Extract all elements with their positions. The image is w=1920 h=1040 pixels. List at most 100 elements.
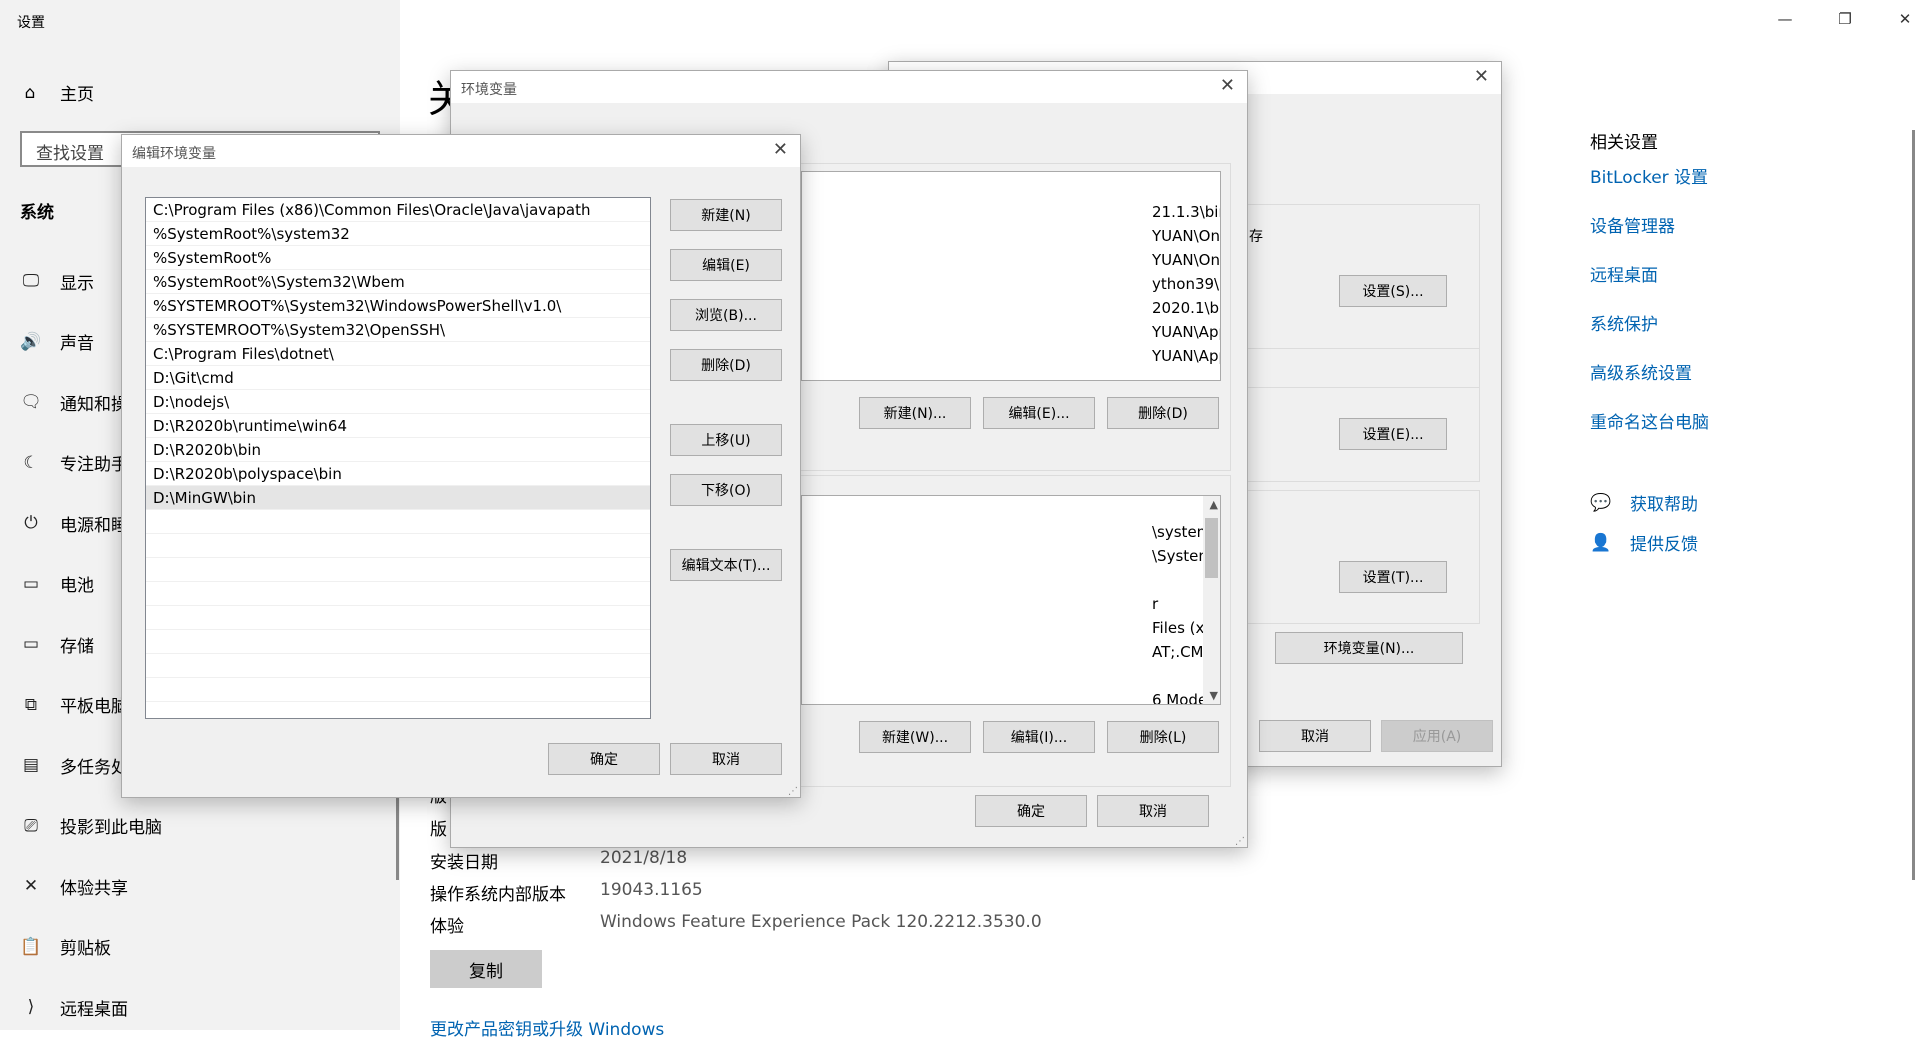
path-entry[interactable]: D:\nodejs\ — [146, 390, 650, 414]
path-entry[interactable]: C:\Program Files\dotnet\ — [146, 342, 650, 366]
user-variable-row[interactable]: YUAN\OneDrive — [802, 248, 1220, 272]
system-edit-button[interactable]: 编辑(I)... — [983, 721, 1095, 753]
scroll-up-icon[interactable]: ▲ — [1210, 498, 1218, 511]
empty-path-slot[interactable] — [146, 558, 650, 582]
page-scrollbar[interactable] — [1912, 130, 1915, 880]
sidebar-item-focus-assist[interactable]: ☾ 专注助手 — [20, 448, 128, 478]
system-variable-row[interactable]: Files (x86)\Common Files\Oracle\Java\jav… — [802, 616, 1220, 640]
user-variable-row[interactable]: ython39\Scripts\;D:\Python\Python39\;C:\… — [802, 272, 1220, 296]
move-down-button[interactable]: 下移(O) — [670, 474, 782, 506]
user-variable-row[interactable]: YUAN\AppData\Local\Temp — [802, 344, 1220, 368]
advanced-system-settings-link[interactable]: 高级系统设置 — [1590, 359, 1692, 384]
user-variable-row[interactable]: 2020.1\bin; — [802, 296, 1220, 320]
user-delete-button[interactable]: 删除(D) — [1107, 397, 1219, 429]
sidebar-item-storage[interactable]: ▭ 存储 — [20, 629, 94, 659]
sidebar-scrollbar[interactable] — [396, 790, 399, 880]
edit-ok-button[interactable]: 确定 — [548, 743, 660, 775]
path-entry[interactable]: C:\Program Files (x86)\Common Files\Orac… — [146, 198, 650, 222]
sidebar-item-sound[interactable]: 🔊 声音 — [20, 327, 94, 357]
path-list[interactable]: C:\Program Files (x86)\Common Files\Orac… — [145, 197, 651, 719]
feedback-link[interactable]: 👤 提供反馈 — [1590, 530, 1698, 556]
empty-path-slot[interactable] — [146, 606, 650, 630]
system-variable-row[interactable] — [802, 568, 1220, 592]
system-variable-row[interactable]: 6 Model 158 Stepping 10, GenuineIntel — [802, 688, 1220, 704]
path-entry[interactable]: %SYSTEMROOT%\System32\WindowsPowerShell\… — [146, 294, 650, 318]
sys-list-scrollbar[interactable]: ▲ ▼ — [1203, 496, 1220, 704]
path-entry[interactable]: D:\Git\cmd — [146, 366, 650, 390]
scroll-down-icon[interactable]: ▼ — [1210, 689, 1218, 702]
user-variable-row[interactable]: YUAN\AppData\Local\Temp — [802, 320, 1220, 344]
path-entry[interactable]: %SYSTEMROOT%\System32\OpenSSH\ — [146, 318, 650, 342]
bitlocker-link[interactable]: BitLocker 设置 — [1590, 163, 1708, 188]
resize-grip[interactable]: ⋰ — [788, 786, 798, 797]
system-variables-list[interactable]: \system32\cmd.exe\System32\Drivers\Drive… — [801, 495, 1221, 705]
delete-path-button[interactable]: 删除(D) — [670, 349, 782, 381]
system-variable-row[interactable] — [802, 664, 1220, 688]
sidebar-item-clipboard[interactable]: 📋 剪贴板 — [20, 932, 111, 962]
system-variable-row[interactable]: AT;.CMD;.VBS;.VBE;.JS;.JSE;.WSF;.WSH;.MS… — [802, 640, 1220, 664]
browse-button[interactable]: 浏览(B)... — [670, 299, 782, 331]
notification-icon: 🗨 — [20, 392, 42, 412]
close-icon[interactable]: ✕ — [773, 139, 788, 160]
user-variable-row[interactable]: 21.1.3\bin; — [802, 200, 1220, 224]
sidebar-item-tablet[interactable]: ⧉ 平板电脑 — [20, 690, 128, 720]
sysprops-cancel-button[interactable]: 取消 — [1259, 720, 1371, 752]
user-new-button[interactable]: 新建(N)... — [859, 397, 971, 429]
empty-path-slot[interactable] — [146, 534, 650, 558]
close-icon[interactable]: ✕ — [1220, 75, 1235, 96]
empty-path-slot[interactable] — [146, 582, 650, 606]
path-entry[interactable]: %SystemRoot%\system32 — [146, 222, 650, 246]
move-up-button[interactable]: 上移(U) — [670, 424, 782, 456]
system-variable-row[interactable]: \System32\Drivers\DriverData — [802, 544, 1220, 568]
get-help-link[interactable]: 💬 获取帮助 — [1590, 490, 1698, 516]
system-variable-row[interactable]: r — [802, 592, 1220, 616]
settings-e-button[interactable]: 设置(E)... — [1339, 418, 1447, 450]
settings-s-button[interactable]: 设置(S)... — [1339, 275, 1447, 307]
sidebar-item-battery[interactable]: ▭ 电池 — [20, 569, 94, 599]
user-variables-list[interactable]: 21.1.3\bin;YUAN\OneDriveYUAN\OneDriveyth… — [801, 171, 1221, 381]
empty-path-slot[interactable] — [146, 654, 650, 678]
user-variable-row[interactable]: YUAN\OneDrive — [802, 224, 1220, 248]
sidebar-item-label: 显示 — [60, 273, 94, 294]
settings-t-button[interactable]: 设置(T)... — [1339, 561, 1447, 593]
system-variable-row[interactable]: \system32\cmd.exe — [802, 520, 1220, 544]
empty-path-slot[interactable] — [146, 678, 650, 702]
path-entry[interactable]: %SystemRoot% — [146, 246, 650, 270]
minimize-icon[interactable]: — — [1770, 10, 1800, 28]
sidebar-item-shared-experience[interactable]: ✕ 体验共享 — [20, 871, 128, 901]
system-delete-button[interactable]: 删除(L) — [1107, 721, 1219, 753]
environment-variables-button[interactable]: 环境变量(N)... — [1275, 632, 1463, 664]
envvars-cancel-button[interactable]: 取消 — [1097, 795, 1209, 827]
close-icon[interactable]: ✕ — [1890, 10, 1920, 28]
path-entry[interactable]: D:\R2020b\polyspace\bin — [146, 462, 650, 486]
empty-path-slot[interactable] — [146, 630, 650, 654]
empty-path-slot[interactable] — [146, 510, 650, 534]
rename-pc-link[interactable]: 重命名这台电脑 — [1590, 408, 1709, 433]
restore-icon[interactable]: ❐ — [1830, 10, 1860, 28]
system-new-button[interactable]: 新建(W)... — [859, 721, 971, 753]
system-protection-link[interactable]: 系统保护 — [1590, 310, 1658, 335]
edit-path-button[interactable]: 编辑(E) — [670, 249, 782, 281]
device-manager-link[interactable]: 设备管理器 — [1590, 212, 1675, 237]
close-icon[interactable]: ✕ — [1474, 66, 1489, 87]
edit-cancel-button[interactable]: 取消 — [670, 743, 782, 775]
envvars-ok-button[interactable]: 确定 — [975, 795, 1087, 827]
system-variable-row[interactable] — [802, 496, 1220, 520]
sidebar-item-project[interactable]: ⎚ 投影到此电脑 — [20, 811, 162, 841]
new-path-button[interactable]: 新建(N) — [670, 199, 782, 231]
copy-button[interactable]: 复制 — [430, 950, 542, 988]
sidebar-item-remote-desktop[interactable]: ⟩ 远程桌面 — [20, 992, 128, 1022]
scroll-thumb[interactable] — [1205, 518, 1218, 578]
path-entry[interactable]: D:\MinGW\bin — [146, 486, 650, 510]
resize-grip[interactable]: ⋰ — [1235, 836, 1245, 847]
edit-text-button[interactable]: 编辑文本(T)... — [670, 549, 782, 581]
remote-desktop-link[interactable]: 远程桌面 — [1590, 261, 1658, 286]
nav-home[interactable]: ⌂ 主页 — [20, 80, 94, 106]
change-product-key-link[interactable]: 更改产品密钥或升级 Windows — [430, 1015, 664, 1040]
edit-environment-variable-dialog: 编辑环境变量 ✕ C:\Program Files (x86)\Common F… — [121, 134, 801, 798]
path-entry[interactable]: D:\R2020b\bin — [146, 438, 650, 462]
sidebar-item-display[interactable]: 🖵 显示 — [20, 266, 94, 296]
user-edit-button[interactable]: 编辑(E)... — [983, 397, 1095, 429]
path-entry[interactable]: %SystemRoot%\System32\Wbem — [146, 270, 650, 294]
path-entry[interactable]: D:\R2020b\runtime\win64 — [146, 414, 650, 438]
